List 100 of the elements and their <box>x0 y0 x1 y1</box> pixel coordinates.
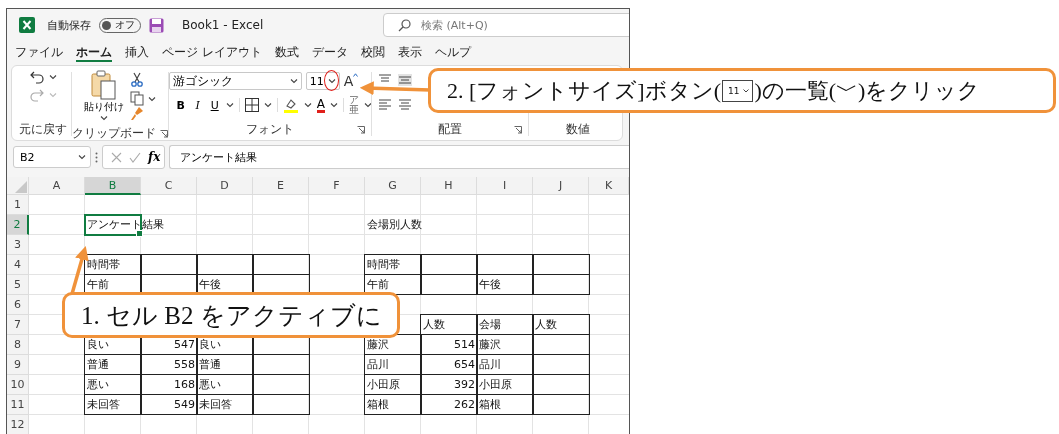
table-cell: 悪い <box>196 374 254 395</box>
table-cell: 小田原 <box>364 374 422 395</box>
caret-icon[interactable] <box>148 95 157 102</box>
table-cell: 会場 <box>476 314 534 335</box>
ribbon-tab[interactable]: 校閲 <box>360 42 385 63</box>
row-header[interactable]: 9 <box>7 355 29 375</box>
group-label: 数値 <box>565 121 590 138</box>
insert-function-button[interactable]: fx <box>148 150 161 164</box>
ribbon-tab[interactable]: 表示 <box>397 42 422 63</box>
dialog-launcher-icon[interactable] <box>357 125 366 134</box>
grow-font-button[interactable]: A <box>343 73 359 89</box>
row-header[interactable]: 12 <box>7 415 29 434</box>
row-header[interactable]: 8 <box>7 335 29 355</box>
column-header[interactable]: I <box>477 177 533 195</box>
row-header[interactable]: 10 <box>7 375 29 395</box>
ribbon-tab[interactable]: ホーム <box>76 42 112 63</box>
borders-icon[interactable] <box>244 98 259 112</box>
row-header[interactable]: 3 <box>7 235 29 255</box>
column-header[interactable]: E <box>253 177 309 195</box>
excel-logo-icon <box>19 17 35 34</box>
ribbon-tab[interactable]: 数式 <box>274 42 299 63</box>
arrow <box>359 81 431 96</box>
font-size-box: 11 <box>722 79 754 102</box>
font-style-button[interactable]: U <box>208 98 221 112</box>
table-cell: 未回答 <box>84 394 142 415</box>
row-header[interactable]: 2 <box>7 215 29 235</box>
align-left-icon[interactable] <box>378 98 393 110</box>
undo-icon[interactable] <box>28 70 45 84</box>
table-cell: 未回答 <box>196 394 254 415</box>
row-header[interactable]: 11 <box>7 395 29 415</box>
formula-field[interactable]: アンケート結果 <box>169 145 629 169</box>
table-cell: 392 <box>420 374 478 395</box>
column-header[interactable]: G <box>365 177 421 195</box>
autosave-label: 自動保存 <box>47 17 91 33</box>
table-cell: 品川 <box>364 354 422 375</box>
ribbon-tab[interactable]: ページ レイアウト <box>162 42 262 63</box>
row-header[interactable]: 4 <box>7 255 29 275</box>
callout-text: 1. セル B2 をアクティブに <box>62 292 400 338</box>
ribbon-tab[interactable]: 挿入 <box>125 42 149 63</box>
column-header[interactable]: K <box>589 177 629 195</box>
ribbon-tab[interactable]: ファイル <box>15 42 63 63</box>
search-field[interactable]: 検索 (Alt+Q) <box>383 13 629 38</box>
column-header[interactable]: B <box>85 177 141 195</box>
table-cell: 藤沢 <box>476 334 534 355</box>
table-cell: 人数 <box>420 314 478 335</box>
phonetic-button[interactable]: ア 亜 <box>348 95 359 115</box>
row-header[interactable]: 6 <box>7 295 29 315</box>
ribbon-tab[interactable]: データ <box>311 42 348 63</box>
dialog-launcher-icon[interactable] <box>160 129 169 138</box>
table-cell: 時間帯 <box>84 254 142 275</box>
row-header[interactable]: 1 <box>7 195 29 215</box>
highlighter-icon[interactable] <box>282 97 299 113</box>
table-cell: 箱根 <box>364 394 422 415</box>
caret-icon[interactable] <box>263 102 272 108</box>
align-middle-icon[interactable] <box>398 74 413 86</box>
caret-icon[interactable] <box>329 102 338 108</box>
font-style-button[interactable]: B <box>174 98 187 112</box>
name-box[interactable]: B2 <box>13 146 91 168</box>
column-header[interactable]: J <box>533 177 589 195</box>
table-cell: 普通 <box>196 354 254 375</box>
table-cell: 午後 <box>476 274 534 295</box>
font-style-button[interactable]: I <box>191 98 204 112</box>
table-cell: 品川 <box>476 354 534 375</box>
column-header[interactable]: F <box>309 177 365 195</box>
dialog-launcher-icon[interactable] <box>514 125 523 134</box>
font-name-field[interactable]: 游ゴシック <box>168 72 302 90</box>
more-icon <box>95 151 98 163</box>
caret-icon[interactable] <box>289 78 298 84</box>
caret-icon[interactable] <box>225 102 234 108</box>
caret-icon[interactable] <box>48 74 57 80</box>
caret-icon[interactable] <box>100 115 109 121</box>
callout-text: 2. [フォントサイズ]ボタン( 11 )の一覧(﹀)をクリック <box>428 68 1056 113</box>
document-title: Book1 - Excel <box>182 18 264 33</box>
scissors-icon[interactable] <box>130 72 145 87</box>
arrow <box>70 245 89 295</box>
ribbon-tab[interactable]: ヘルプ <box>434 42 471 63</box>
column-header[interactable]: A <box>29 177 85 195</box>
column-header[interactable]: D <box>197 177 253 195</box>
table-cell: 悪い <box>84 374 142 395</box>
group-label: 配置 <box>438 121 463 138</box>
paste-button[interactable]: 貼り付け <box>84 70 125 125</box>
caret-icon[interactable] <box>363 102 372 108</box>
save-icon[interactable] <box>149 17 164 33</box>
caret-icon[interactable] <box>327 78 336 84</box>
font-color-button[interactable]: A <box>316 97 325 113</box>
format-painter-icon[interactable] <box>130 106 145 121</box>
caret-up-icon <box>353 73 359 77</box>
row-header[interactable]: 7 <box>7 315 29 335</box>
copy-icon[interactable] <box>130 91 145 106</box>
align-center-icon[interactable] <box>398 98 413 110</box>
caret-icon[interactable] <box>303 102 312 108</box>
caret-icon[interactable] <box>78 154 86 160</box>
column-header[interactable]: H <box>421 177 477 195</box>
font-size-field[interactable]: 11 <box>305 72 340 90</box>
column-header[interactable]: C <box>141 177 197 195</box>
table-cell: 168 <box>140 374 198 395</box>
group-label: フォント <box>246 121 295 138</box>
row-header[interactable]: 5 <box>7 275 29 295</box>
group-label: クリップボード <box>72 125 157 142</box>
search-icon <box>398 18 411 32</box>
